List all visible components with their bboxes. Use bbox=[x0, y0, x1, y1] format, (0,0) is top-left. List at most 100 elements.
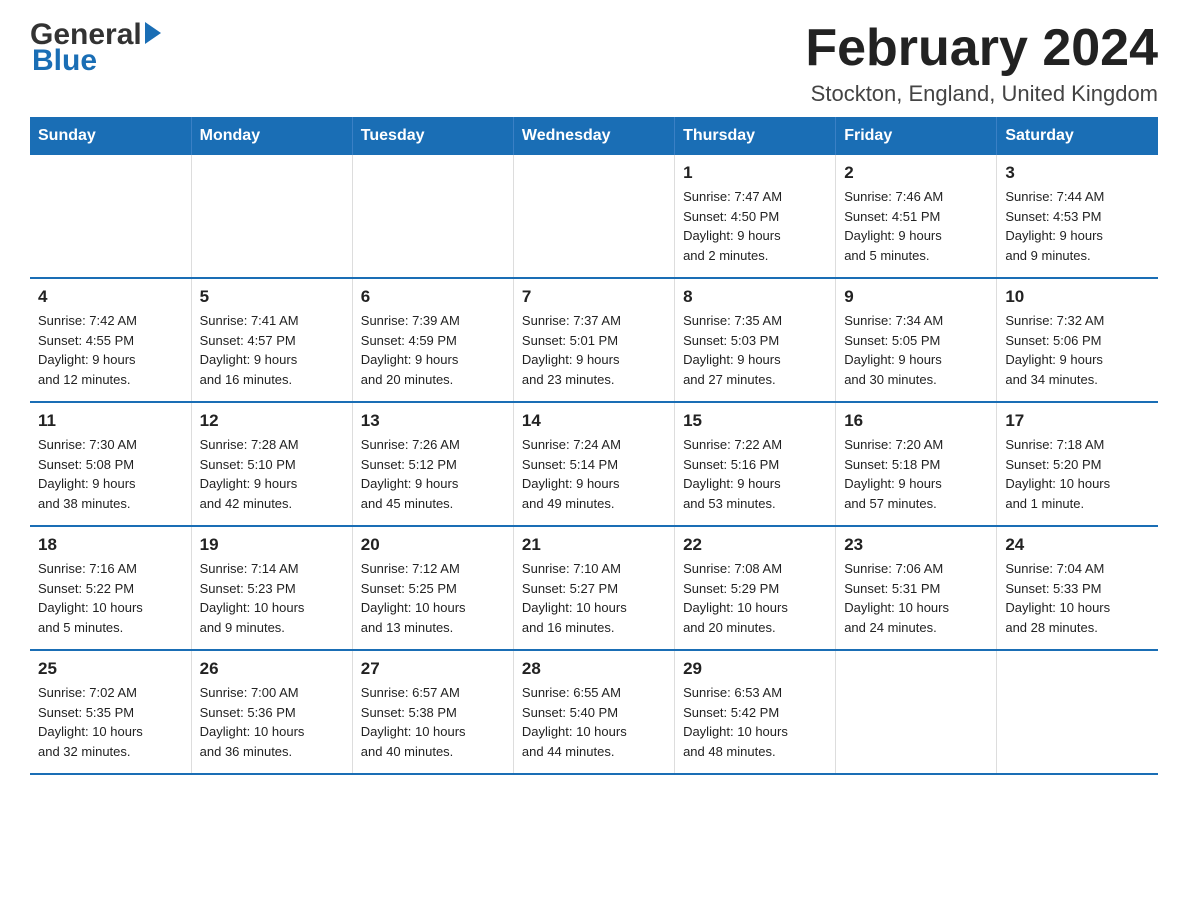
day-info: Sunrise: 6:53 AMSunset: 5:42 PMDaylight:… bbox=[683, 683, 827, 761]
calendar-day-cell bbox=[513, 155, 674, 278]
calendar-week-row: 1 Sunrise: 7:47 AMSunset: 4:50 PMDaylight… bbox=[30, 155, 1158, 278]
day-number: 3 bbox=[1005, 163, 1150, 183]
calendar-day-cell: 23 Sunrise: 7:06 AMSunset: 5:31 PMDayligh… bbox=[836, 526, 997, 650]
calendar-day-cell: 4 Sunrise: 7:42 AMSunset: 4:55 PMDaylight… bbox=[30, 278, 191, 402]
day-info: Sunrise: 7:00 AMSunset: 5:36 PMDaylight:… bbox=[200, 683, 344, 761]
day-info: Sunrise: 7:32 AMSunset: 5:06 PMDaylight:… bbox=[1005, 311, 1150, 389]
day-info: Sunrise: 7:35 AMSunset: 5:03 PMDaylight:… bbox=[683, 311, 827, 389]
day-number: 19 bbox=[200, 535, 344, 555]
logo-triangle-icon bbox=[145, 22, 161, 44]
day-info: Sunrise: 7:42 AMSunset: 4:55 PMDaylight:… bbox=[38, 311, 183, 389]
day-number: 13 bbox=[361, 411, 505, 431]
day-info: Sunrise: 7:22 AMSunset: 5:16 PMDaylight:… bbox=[683, 435, 827, 513]
calendar-day-cell: 14 Sunrise: 7:24 AMSunset: 5:14 PMDayligh… bbox=[513, 402, 674, 526]
day-number: 17 bbox=[1005, 411, 1150, 431]
day-info: Sunrise: 7:41 AMSunset: 4:57 PMDaylight:… bbox=[200, 311, 344, 389]
calendar-day-cell: 16Sunrise: 7:20 AMSunset: 5:18 PMDayligh… bbox=[836, 402, 997, 526]
day-number: 9 bbox=[844, 287, 988, 307]
day-info: Sunrise: 7:12 AMSunset: 5:25 PMDaylight:… bbox=[361, 559, 505, 637]
calendar-week-row: 11 Sunrise: 7:30 AMSunset: 5:08 PMDayligh… bbox=[30, 402, 1158, 526]
day-number: 12 bbox=[200, 411, 344, 431]
day-number: 16 bbox=[844, 411, 988, 431]
day-info: Sunrise: 7:24 AMSunset: 5:14 PMDaylight:… bbox=[522, 435, 666, 513]
location-text: Stockton, England, United Kingdom bbox=[805, 81, 1158, 107]
calendar-day-cell: 12 Sunrise: 7:28 AMSunset: 5:10 PMDayligh… bbox=[191, 402, 352, 526]
day-info: Sunrise: 7:28 AMSunset: 5:10 PMDaylight:… bbox=[200, 435, 344, 513]
day-info: Sunrise: 7:47 AMSunset: 4:50 PMDaylight:… bbox=[683, 187, 827, 265]
calendar-day-cell: 20Sunrise: 7:12 AMSunset: 5:25 PMDayligh… bbox=[352, 526, 513, 650]
day-number: 6 bbox=[361, 287, 505, 307]
calendar-day-cell: 25Sunrise: 7:02 AMSunset: 5:35 PMDayligh… bbox=[30, 650, 191, 774]
day-info: Sunrise: 7:30 AMSunset: 5:08 PMDaylight:… bbox=[38, 435, 183, 513]
day-number: 8 bbox=[683, 287, 827, 307]
month-title: February 2024 bbox=[805, 20, 1158, 77]
calendar-day-cell: 27 Sunrise: 6:57 AMSunset: 5:38 PMDayligh… bbox=[352, 650, 513, 774]
calendar-day-cell bbox=[997, 650, 1158, 774]
day-number: 26 bbox=[200, 659, 344, 679]
day-number: 27 bbox=[361, 659, 505, 679]
day-number: 29 bbox=[683, 659, 827, 679]
calendar-day-cell: 29 Sunrise: 6:53 AMSunset: 5:42 PMDayligh… bbox=[675, 650, 836, 774]
calendar-day-cell: 10 Sunrise: 7:32 AMSunset: 5:06 PMDayligh… bbox=[997, 278, 1158, 402]
day-info: Sunrise: 7:44 AMSunset: 4:53 PMDaylight:… bbox=[1005, 187, 1150, 265]
day-info: Sunrise: 6:55 AMSunset: 5:40 PMDaylight:… bbox=[522, 683, 666, 761]
calendar-day-cell: 21 Sunrise: 7:10 AMSunset: 5:27 PMDayligh… bbox=[513, 526, 674, 650]
logo: General Blue bbox=[30, 20, 161, 76]
day-number: 1 bbox=[683, 163, 827, 183]
day-info: Sunrise: 7:06 AMSunset: 5:31 PMDaylight:… bbox=[844, 559, 988, 637]
calendar-table: SundayMondayTuesdayWednesdayThursdayFrid… bbox=[30, 117, 1158, 775]
calendar-header-friday: Friday bbox=[836, 117, 997, 155]
day-number: 4 bbox=[38, 287, 183, 307]
calendar-week-row: 4 Sunrise: 7:42 AMSunset: 4:55 PMDaylight… bbox=[30, 278, 1158, 402]
day-info: Sunrise: 7:18 AMSunset: 5:20 PMDaylight:… bbox=[1005, 435, 1150, 513]
day-number: 24 bbox=[1005, 535, 1150, 555]
day-info: Sunrise: 7:39 AMSunset: 4:59 PMDaylight:… bbox=[361, 311, 505, 389]
calendar-day-cell: 26 Sunrise: 7:00 AMSunset: 5:36 PMDayligh… bbox=[191, 650, 352, 774]
calendar-header-sunday: Sunday bbox=[30, 117, 191, 155]
day-number: 18 bbox=[38, 535, 183, 555]
day-info: Sunrise: 7:26 AMSunset: 5:12 PMDaylight:… bbox=[361, 435, 505, 513]
calendar-day-cell: 24 Sunrise: 7:04 AMSunset: 5:33 PMDayligh… bbox=[997, 526, 1158, 650]
day-number: 11 bbox=[38, 411, 183, 431]
calendar-header-monday: Monday bbox=[191, 117, 352, 155]
day-number: 7 bbox=[522, 287, 666, 307]
day-info: Sunrise: 6:57 AMSunset: 5:38 PMDaylight:… bbox=[361, 683, 505, 761]
page-header: General Blue February 2024 Stockton, Eng… bbox=[30, 20, 1158, 107]
day-number: 2 bbox=[844, 163, 988, 183]
calendar-day-cell: 17 Sunrise: 7:18 AMSunset: 5:20 PMDayligh… bbox=[997, 402, 1158, 526]
calendar-day-cell: 6 Sunrise: 7:39 AMSunset: 4:59 PMDaylight… bbox=[352, 278, 513, 402]
calendar-day-cell: 11 Sunrise: 7:30 AMSunset: 5:08 PMDayligh… bbox=[30, 402, 191, 526]
calendar-day-cell bbox=[191, 155, 352, 278]
day-number: 14 bbox=[522, 411, 666, 431]
day-info: Sunrise: 7:10 AMSunset: 5:27 PMDaylight:… bbox=[522, 559, 666, 637]
calendar-day-cell: 7 Sunrise: 7:37 AMSunset: 5:01 PMDaylight… bbox=[513, 278, 674, 402]
calendar-day-cell bbox=[30, 155, 191, 278]
calendar-day-cell: 22Sunrise: 7:08 AMSunset: 5:29 PMDayligh… bbox=[675, 526, 836, 650]
calendar-day-cell: 5Sunrise: 7:41 AMSunset: 4:57 PMDaylight… bbox=[191, 278, 352, 402]
calendar-day-cell: 3 Sunrise: 7:44 AMSunset: 4:53 PMDaylight… bbox=[997, 155, 1158, 278]
day-number: 28 bbox=[522, 659, 666, 679]
day-info: Sunrise: 7:14 AMSunset: 5:23 PMDaylight:… bbox=[200, 559, 344, 637]
calendar-day-cell bbox=[836, 650, 997, 774]
day-number: 10 bbox=[1005, 287, 1150, 307]
day-number: 15 bbox=[683, 411, 827, 431]
day-number: 25 bbox=[38, 659, 183, 679]
day-number: 21 bbox=[522, 535, 666, 555]
calendar-day-cell: 19 Sunrise: 7:14 AMSunset: 5:23 PMDayligh… bbox=[191, 526, 352, 650]
calendar-week-row: 25Sunrise: 7:02 AMSunset: 5:35 PMDayligh… bbox=[30, 650, 1158, 774]
day-number: 22 bbox=[683, 535, 827, 555]
calendar-day-cell bbox=[352, 155, 513, 278]
calendar-week-row: 18Sunrise: 7:16 AMSunset: 5:22 PMDayligh… bbox=[30, 526, 1158, 650]
day-info: Sunrise: 7:04 AMSunset: 5:33 PMDaylight:… bbox=[1005, 559, 1150, 637]
calendar-day-cell: 28 Sunrise: 6:55 AMSunset: 5:40 PMDayligh… bbox=[513, 650, 674, 774]
title-block: February 2024 Stockton, England, United … bbox=[805, 20, 1158, 107]
calendar-header-saturday: Saturday bbox=[997, 117, 1158, 155]
calendar-header-wednesday: Wednesday bbox=[513, 117, 674, 155]
calendar-day-cell: 9Sunrise: 7:34 AMSunset: 5:05 PMDaylight… bbox=[836, 278, 997, 402]
day-info: Sunrise: 7:37 AMSunset: 5:01 PMDaylight:… bbox=[522, 311, 666, 389]
calendar-day-cell: 8 Sunrise: 7:35 AMSunset: 5:03 PMDaylight… bbox=[675, 278, 836, 402]
logo-blue-text: Blue bbox=[30, 46, 161, 76]
day-info: Sunrise: 7:46 AMSunset: 4:51 PMDaylight:… bbox=[844, 187, 988, 265]
calendar-day-cell: 2 Sunrise: 7:46 AMSunset: 4:51 PMDaylight… bbox=[836, 155, 997, 278]
day-number: 23 bbox=[844, 535, 988, 555]
